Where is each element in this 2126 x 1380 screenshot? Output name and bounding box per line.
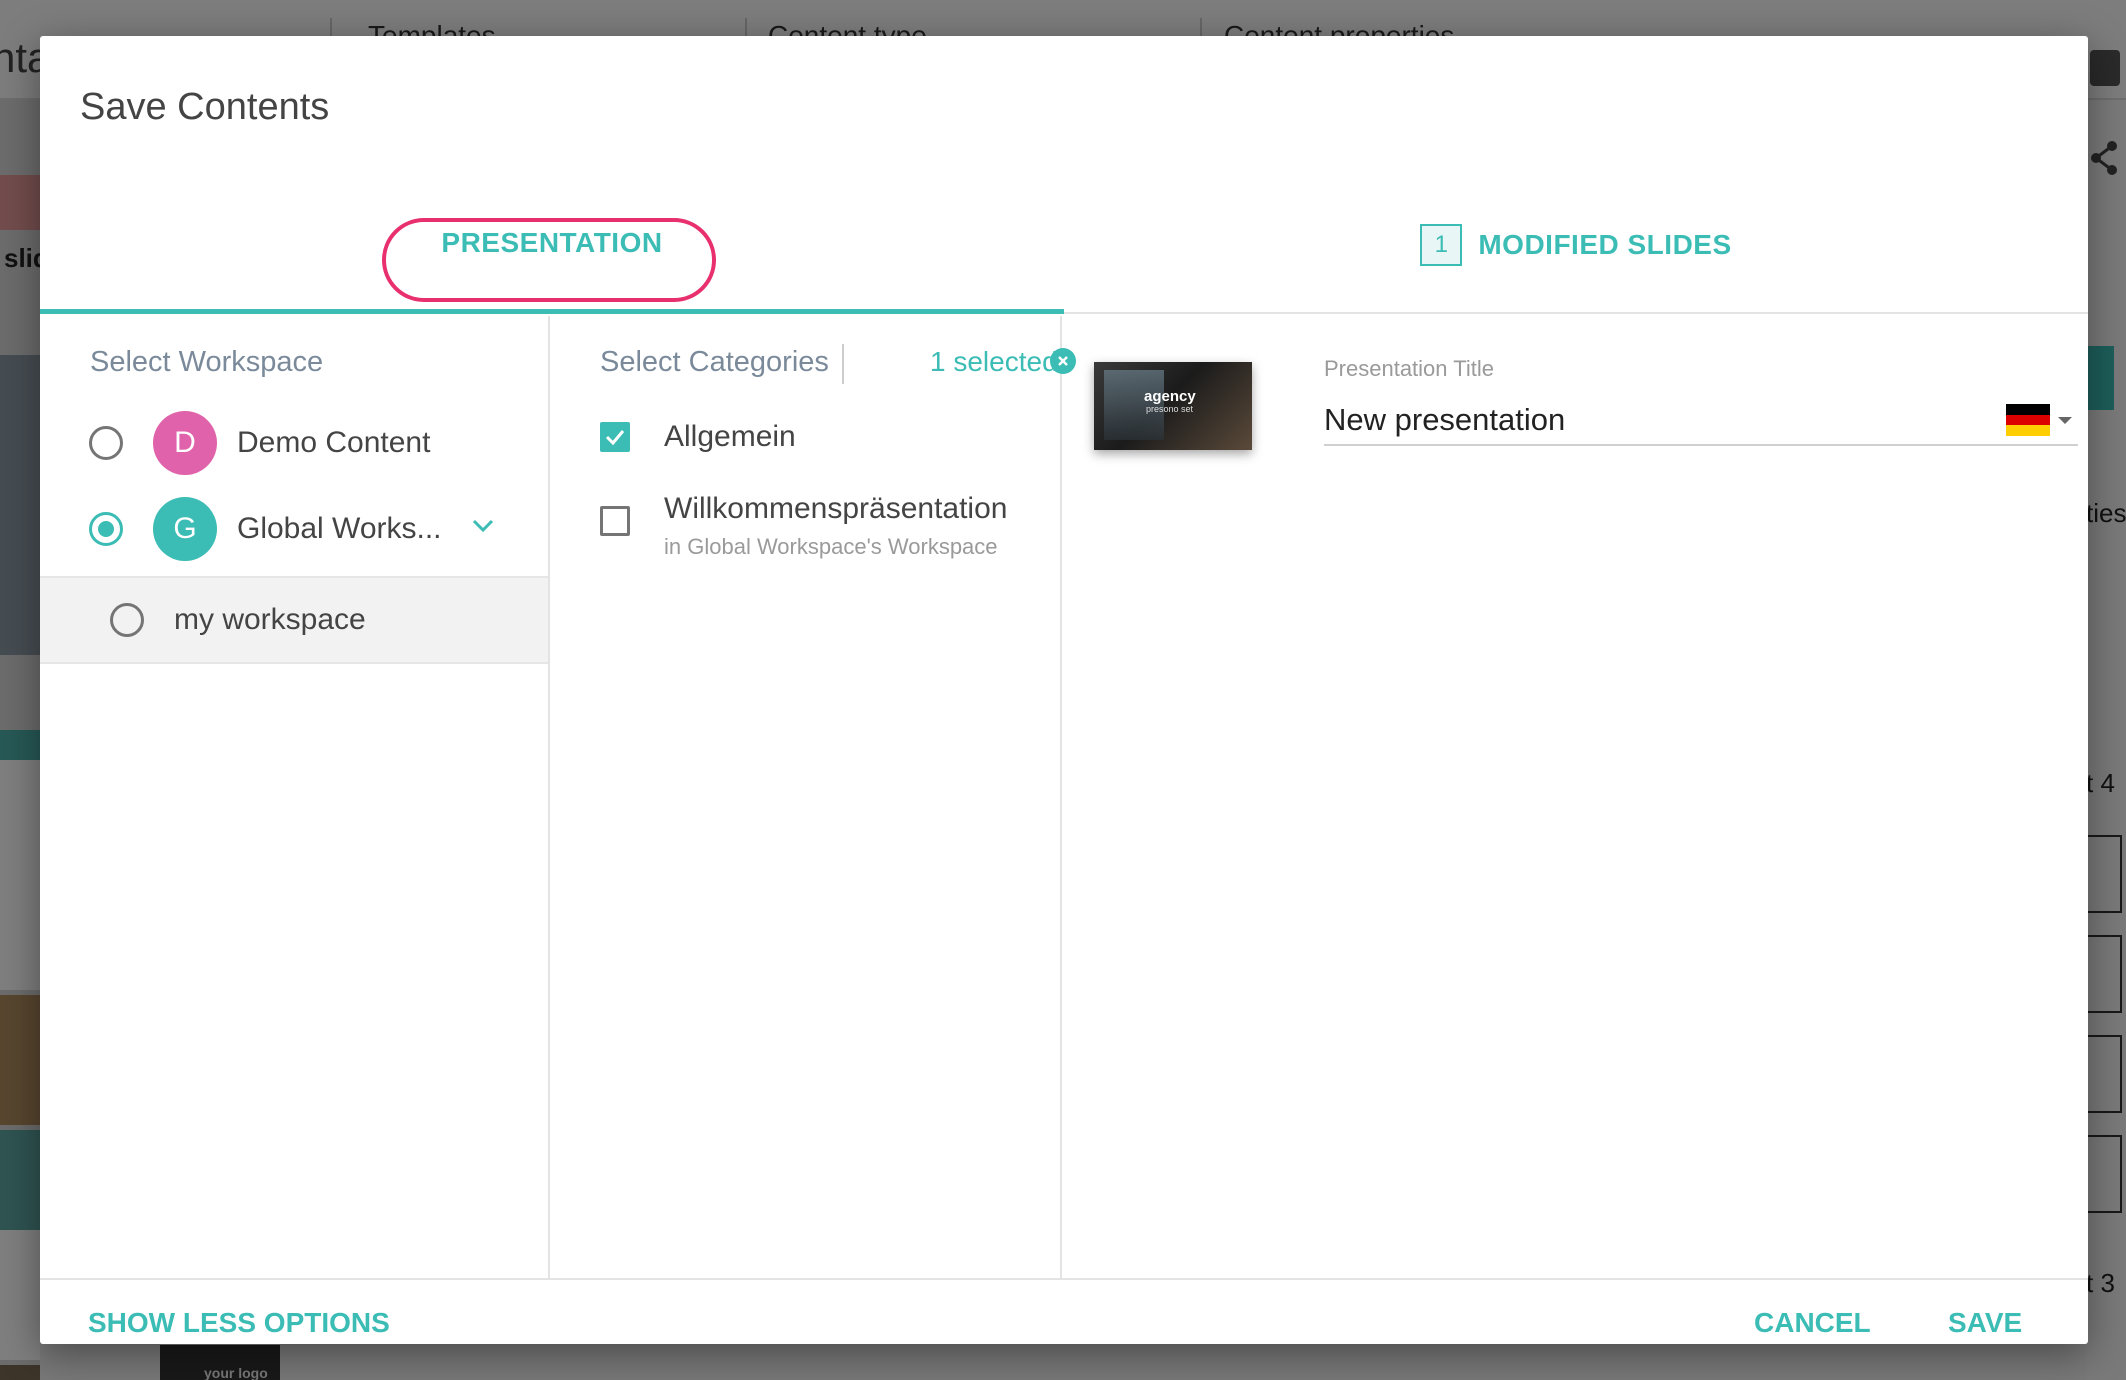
category-checkbox[interactable] bbox=[600, 506, 630, 536]
avatar: D bbox=[153, 411, 217, 475]
category-label: Allgemein bbox=[664, 420, 796, 453]
highlight-annotation bbox=[382, 218, 716, 302]
avatar: G bbox=[153, 497, 217, 561]
category-item-willkommenspraesentation[interactable]: Willkommenspräsentation in Global Worksp… bbox=[600, 492, 1007, 560]
selected-count: 1 selected bbox=[930, 346, 1058, 377]
categories-header: Select Categories bbox=[600, 346, 829, 378]
dialog-title: Save Contents bbox=[80, 86, 330, 128]
tab-modified-slides[interactable]: 1 MODIFIED SLIDES bbox=[1064, 176, 2088, 314]
workspace-radio[interactable] bbox=[89, 426, 123, 460]
workspace-label: Global Works... bbox=[237, 512, 442, 545]
category-checkbox[interactable] bbox=[600, 422, 630, 452]
language-dropdown-caret-icon[interactable] bbox=[2058, 416, 2072, 424]
cancel-button[interactable]: CANCEL bbox=[1754, 1280, 1871, 1344]
workspace-label: my workspace bbox=[174, 603, 366, 636]
save-contents-dialog: Save Contents PRESENTATION 1 MODIFIED SL… bbox=[40, 36, 2088, 1344]
category-item-allgemein[interactable]: Allgemein bbox=[600, 420, 796, 454]
thumbnail-title: agency bbox=[1144, 388, 1196, 405]
dialog-footer: SHOW LESS OPTIONS CANCEL SAVE bbox=[40, 1278, 2088, 1344]
tab-modified-slides-label: MODIFIED SLIDES bbox=[1478, 229, 1732, 260]
workspace-item-global-workspace[interactable]: G Global Works... bbox=[40, 486, 548, 572]
header-separator bbox=[842, 344, 844, 384]
workspace-label: Demo Content bbox=[237, 426, 431, 459]
presentation-thumbnail: agency presono set bbox=[1094, 362, 1252, 450]
presentation-details-panel: agency presono set Presentation Title Ne… bbox=[1062, 316, 2088, 1278]
workspace-radio[interactable] bbox=[110, 603, 144, 637]
modified-count-badge: 1 bbox=[1420, 224, 1463, 266]
presentation-title-value[interactable]: New presentation bbox=[1324, 402, 2006, 438]
categories-panel: Select Categories 1 selected Allgemein W… bbox=[550, 316, 1076, 1278]
dialog-tabs: PRESENTATION 1 MODIFIED SLIDES bbox=[40, 176, 2088, 314]
workspace-radio[interactable] bbox=[89, 512, 123, 546]
save-button[interactable]: SAVE bbox=[1948, 1280, 2022, 1344]
dialog-body: Select Workspace D Demo Content G Global… bbox=[40, 316, 2088, 1278]
category-label: Willkommenspräsentation bbox=[664, 492, 1008, 525]
show-less-options-button[interactable]: SHOW LESS OPTIONS bbox=[88, 1280, 390, 1344]
category-sublabel: in Global Workspace's Workspace bbox=[664, 534, 998, 559]
workspace-panel: Select Workspace D Demo Content G Global… bbox=[40, 316, 550, 1278]
presentation-title-field[interactable]: New presentation bbox=[1324, 396, 2078, 446]
workspace-item-my-workspace[interactable]: my workspace bbox=[40, 576, 548, 664]
workspace-item-demo-content[interactable]: D Demo Content bbox=[40, 400, 548, 486]
workspace-header: Select Workspace bbox=[90, 346, 324, 378]
german-flag-icon[interactable] bbox=[2006, 404, 2050, 437]
chevron-down-icon[interactable] bbox=[472, 519, 493, 539]
presentation-title-label: Presentation Title bbox=[1324, 356, 1494, 381]
thumbnail-subtitle: presono set bbox=[1146, 404, 1194, 414]
